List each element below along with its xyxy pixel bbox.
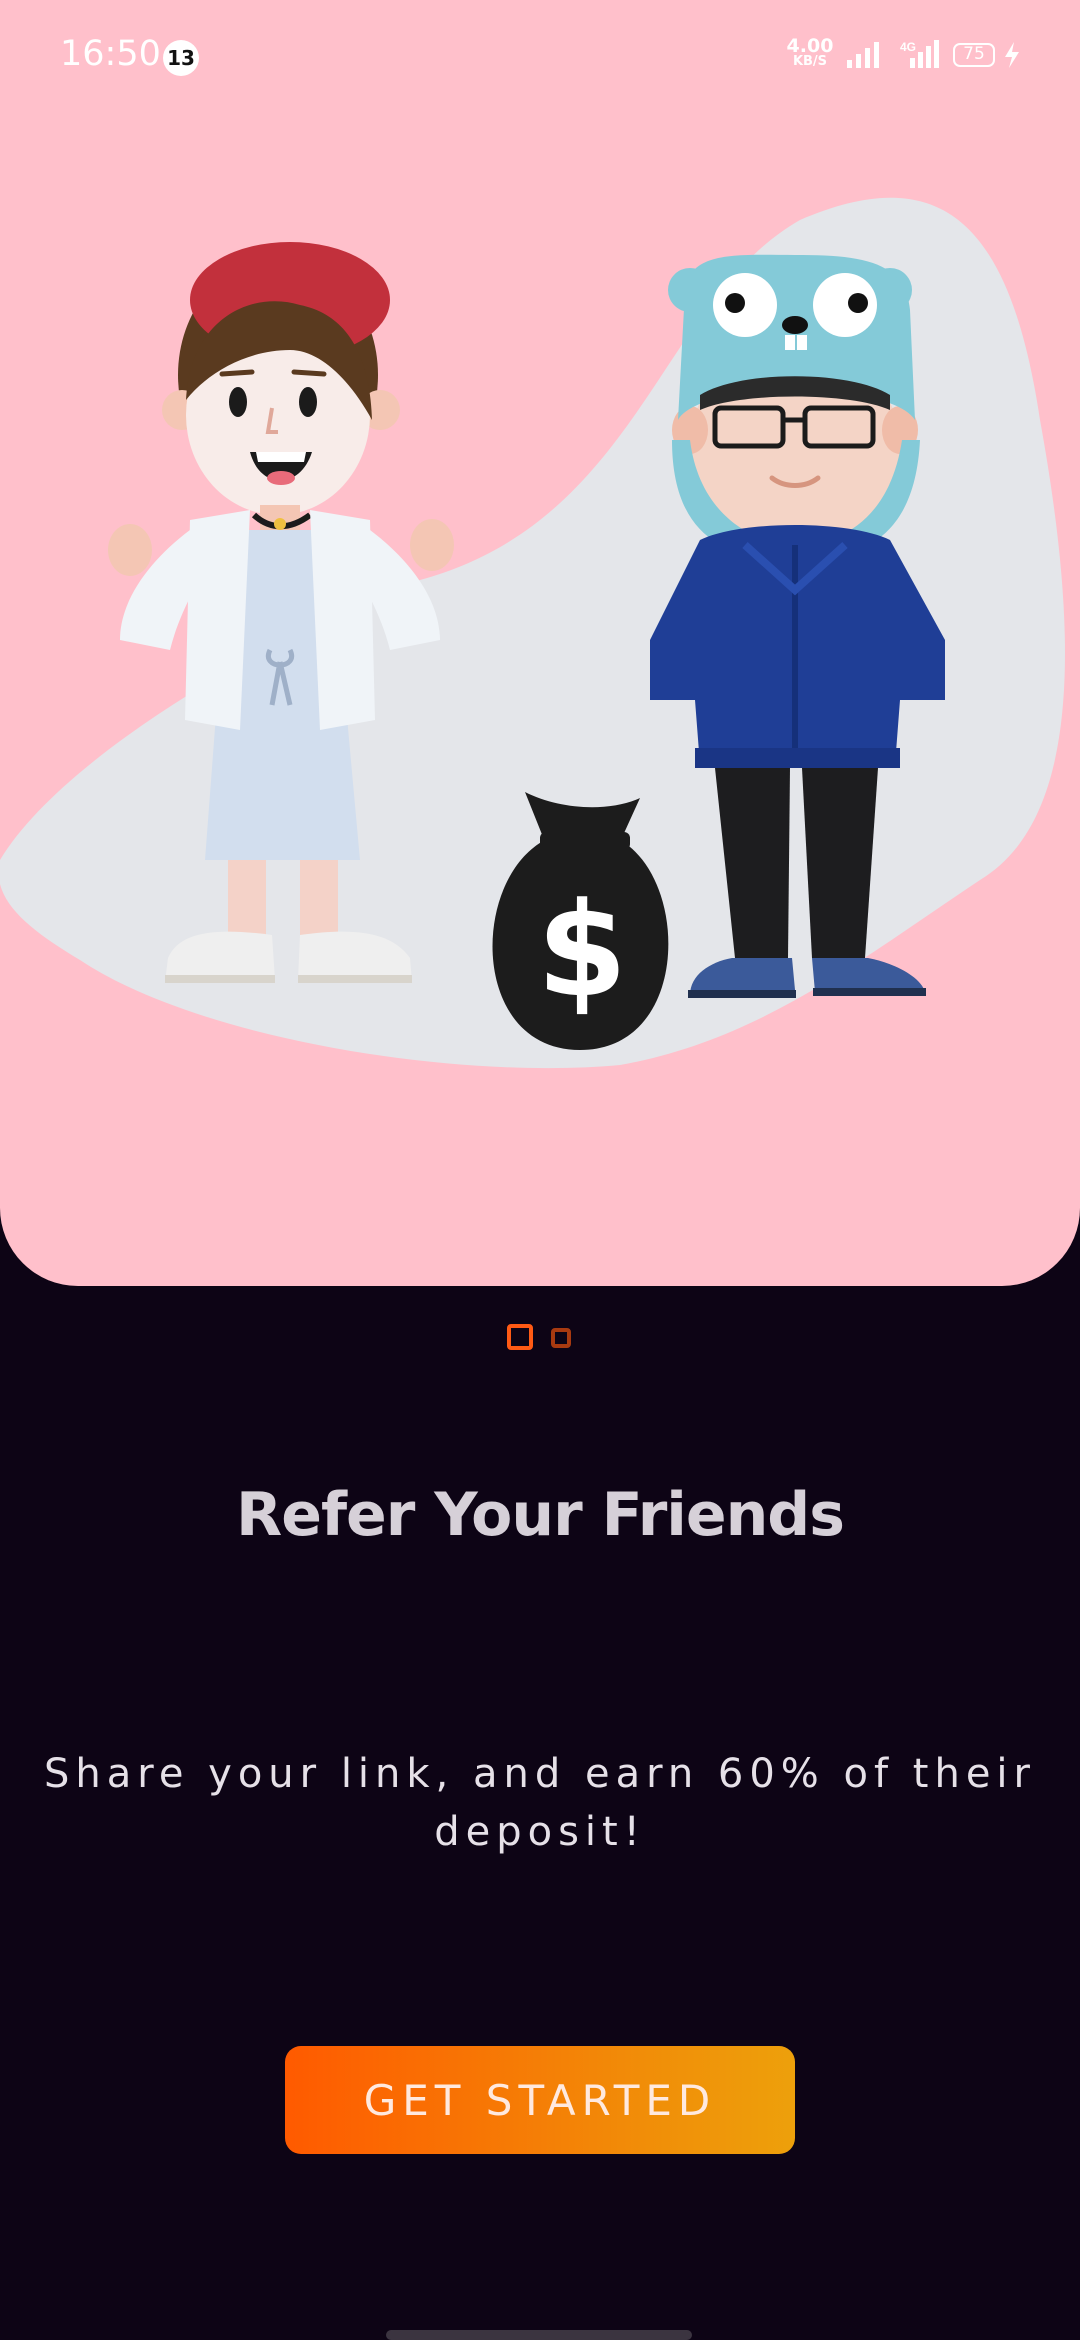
onboarding-illustration: $	[0, 197, 1065, 1069]
signal-strength-icon	[847, 42, 879, 68]
svg-text:$: $	[537, 874, 627, 1026]
charging-bolt-icon	[1005, 42, 1019, 68]
status-time: 16:50	[60, 34, 161, 74]
home-indicator[interactable]	[386, 2330, 692, 2340]
status-bar: 16:50 13 4.00 KB/S 4G 75	[0, 0, 1080, 110]
page-indicator-dot[interactable]	[551, 1328, 571, 1348]
signal-strength-4g-icon	[910, 40, 939, 68]
page-indicator	[0, 1322, 1080, 1352]
battery-icon: 75	[953, 43, 995, 67]
get-started-button[interactable]: GET STARTED	[285, 2046, 795, 2154]
network-speed-value: 4.00	[786, 35, 834, 57]
onboarding-title: Refer Your Friends	[236, 1480, 845, 1550]
notification-count-badge: 13	[163, 40, 199, 76]
hero-illustration-card: $ 16:50 13 4.00 KB/S 4G 75	[0, 0, 1080, 1286]
onboarding-subtitle: Share your link, and earn 60% of their d…	[44, 1751, 1036, 1855]
network-speed: 4.00 KB/S	[782, 35, 838, 70]
page-indicator-dot-active[interactable]	[507, 1324, 533, 1350]
